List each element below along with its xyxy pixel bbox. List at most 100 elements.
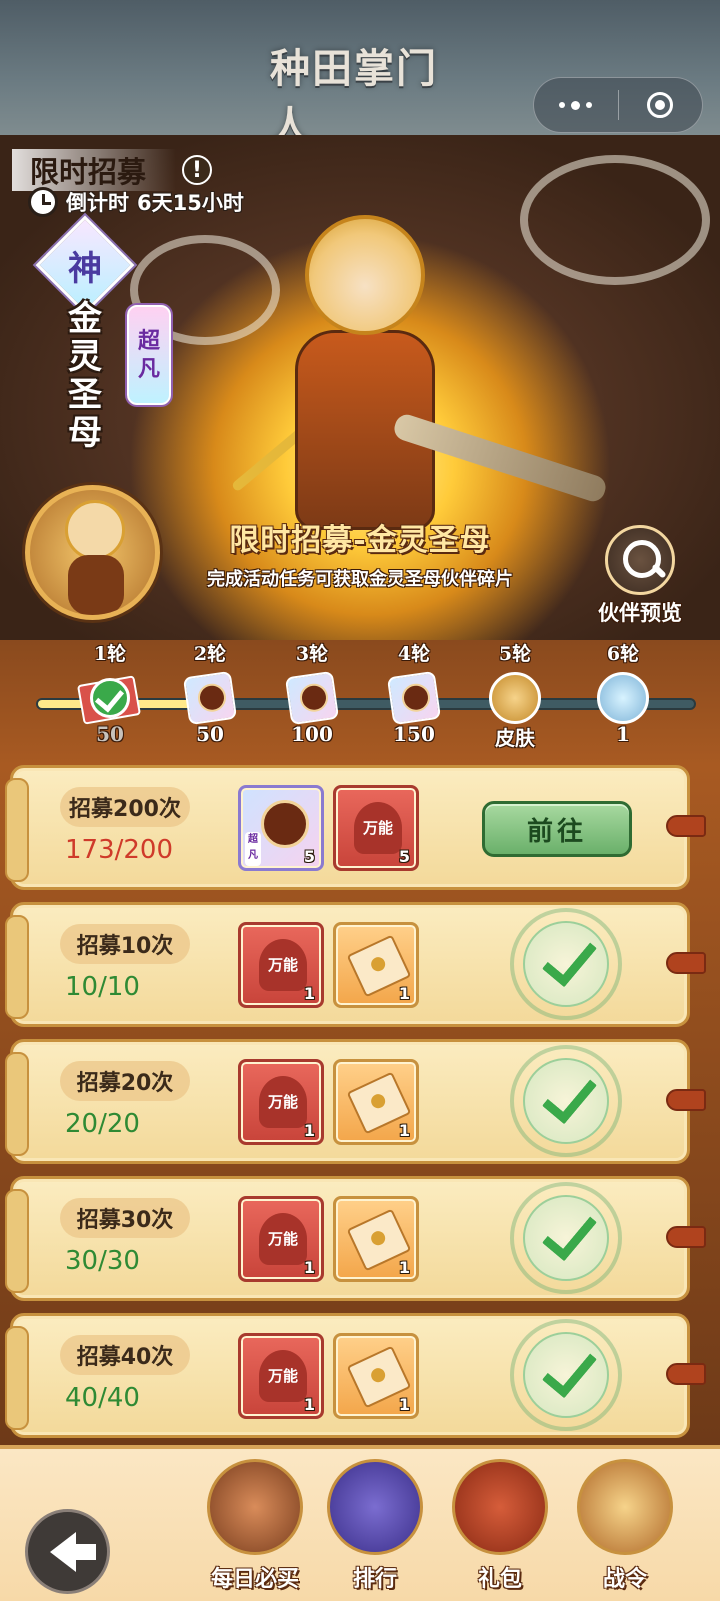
- reward-item[interactable]: 1: [333, 1196, 419, 1282]
- bottom-nav: 每日必买 排行 礼包 战令: [0, 1445, 720, 1601]
- clock-icon: [28, 187, 58, 217]
- check-icon: [90, 678, 130, 718]
- event-banner: 限时招募 ! 倒计时 6天15小时 神 金灵圣母 超凡 限时招募-金灵圣母 完成…: [0, 135, 720, 695]
- reward-item[interactable]: 万能 1: [238, 1333, 324, 1419]
- check-icon: [523, 1332, 609, 1418]
- hero-card-icon: [182, 670, 238, 726]
- back-arrow-icon: [49, 1531, 96, 1572]
- reward-item[interactable]: 1: [333, 1059, 419, 1145]
- task-row: 招募200次 173/200 超凡 5 万能 5 前往: [5, 765, 706, 890]
- task-list: 招募200次 173/200 超凡 5 万能 5 前往 招募10次 10/10 万能 1 1 招募20次…: [0, 765, 720, 1445]
- grade-tag: 超凡: [127, 305, 171, 405]
- reward-item[interactable]: 1: [333, 922, 419, 1008]
- round-4[interactable]: 4轮 150: [374, 640, 454, 746]
- partner-preview-button[interactable]: 伙伴预览: [585, 525, 695, 627]
- hero-avatar[interactable]: [25, 485, 160, 620]
- completed-badge: [510, 1045, 622, 1157]
- round-reward: [180, 670, 240, 728]
- scroll-tab-decoration: [666, 1089, 706, 1111]
- hero-card-icon: [284, 670, 340, 726]
- gift-pack-icon: [452, 1459, 548, 1555]
- ranking-icon: [327, 1459, 423, 1555]
- round-value: 100: [291, 722, 333, 746]
- banner-title: 限时招募-金灵圣母: [229, 523, 491, 558]
- reward-quantity: 1: [303, 1121, 315, 1140]
- round-3[interactable]: 3轮 100: [272, 640, 352, 746]
- round-2[interactable]: 2轮 50: [170, 640, 250, 746]
- reward-quantity: 1: [303, 1258, 315, 1277]
- nav-gift-pack[interactable]: 礼包: [445, 1459, 555, 1601]
- countdown-label: 倒计时: [66, 191, 129, 215]
- nav-daily-buy[interactable]: 每日必买: [200, 1459, 310, 1601]
- round-value: 50: [96, 722, 124, 746]
- reward-item[interactable]: 超凡 5: [238, 785, 324, 871]
- task-progress: 10/10: [65, 972, 140, 1002]
- event-title: 限时招募 !: [12, 149, 213, 191]
- scroll-tab-decoration: [666, 952, 706, 974]
- close-mini-program-button[interactable]: [619, 77, 703, 133]
- nav-battle-pass[interactable]: 战令: [570, 1459, 680, 1601]
- round-progress: 1轮 50 2轮 50 3轮 100 4轮 150 5轮 皮肤 6轮 1: [0, 640, 720, 765]
- reward-item[interactable]: 1: [333, 1333, 419, 1419]
- completed-badge: [510, 1319, 622, 1431]
- hero-shard-icon: [261, 800, 309, 848]
- reward-quantity: 1: [303, 1395, 315, 1414]
- countdown-value: 6天15小时: [137, 191, 244, 215]
- round-reward: [282, 670, 342, 728]
- reward-quantity: 1: [398, 984, 410, 1003]
- nav-label: 每日必买: [210, 1566, 299, 1592]
- completed-badge: [510, 1182, 622, 1294]
- round-label: 3轮: [295, 643, 329, 665]
- hero-name: 金灵圣母: [68, 299, 102, 453]
- round-6[interactable]: 6轮 1: [583, 640, 663, 746]
- top-bar: 种田掌门人: [0, 0, 720, 150]
- task-name: 招募10次: [60, 924, 190, 964]
- partner-preview-label: 伙伴预览: [598, 601, 682, 625]
- round-label: 4轮: [397, 643, 431, 665]
- reward-quantity: 5: [398, 847, 410, 866]
- dragon-icon: [597, 672, 649, 724]
- scroll-tab-decoration: [666, 1226, 706, 1248]
- nav-label: 礼包: [477, 1566, 522, 1592]
- task-row: 招募40次 40/40 万能 1 1: [5, 1313, 706, 1438]
- round-label: 6轮: [606, 643, 640, 665]
- task-row: 招募30次 30/30 万能 1 1: [5, 1176, 706, 1301]
- mini-program-capsule: [533, 77, 703, 133]
- round-reward: [593, 672, 653, 728]
- reward-item[interactable]: 万能 1: [238, 1059, 324, 1145]
- countdown: 倒计时 6天15小时: [28, 187, 244, 217]
- round-1[interactable]: 1轮 50: [70, 640, 150, 746]
- nav-ranking[interactable]: 排行: [320, 1459, 430, 1601]
- round-value: 50: [196, 722, 224, 746]
- info-icon[interactable]: !: [182, 155, 213, 185]
- nav-label: 战令: [602, 1566, 647, 1592]
- hero-card-icon: [386, 670, 442, 726]
- completed-badge: [510, 908, 622, 1020]
- goto-button[interactable]: 前往: [482, 801, 632, 857]
- round-5[interactable]: 5轮 皮肤: [475, 640, 555, 750]
- more-menu-button[interactable]: [534, 77, 618, 133]
- reward-quantity: 1: [398, 1395, 410, 1414]
- universal-shard-icon: 万能: [259, 1076, 307, 1128]
- reward-quantity: 1: [398, 1258, 410, 1277]
- task-progress: 40/40: [65, 1383, 140, 1413]
- back-button[interactable]: [25, 1509, 110, 1594]
- daily-buy-icon: [207, 1459, 303, 1555]
- round-reward: [76, 672, 142, 728]
- scroll-tab-decoration: [666, 1363, 706, 1385]
- task-name: 招募40次: [60, 1335, 190, 1375]
- scroll-tab-decoration: [666, 815, 706, 837]
- check-icon: [523, 1195, 609, 1281]
- reward-quantity: 1: [303, 984, 315, 1003]
- reward-item[interactable]: 万能 1: [238, 1196, 324, 1282]
- more-dots-icon: [559, 102, 566, 108]
- reward-item[interactable]: 万能 1: [238, 922, 324, 1008]
- check-icon: [523, 1058, 609, 1144]
- nav-label: 排行: [352, 1566, 397, 1592]
- task-progress: 30/30: [65, 1246, 140, 1276]
- reward-item[interactable]: 万能 5: [333, 785, 419, 871]
- battle-pass-icon: [577, 1459, 673, 1555]
- banner-subtitle: 完成活动任务可获取金灵圣母伙伴碎片: [207, 569, 513, 590]
- reward-quantity: 5: [303, 847, 315, 866]
- round-reward: [384, 670, 444, 728]
